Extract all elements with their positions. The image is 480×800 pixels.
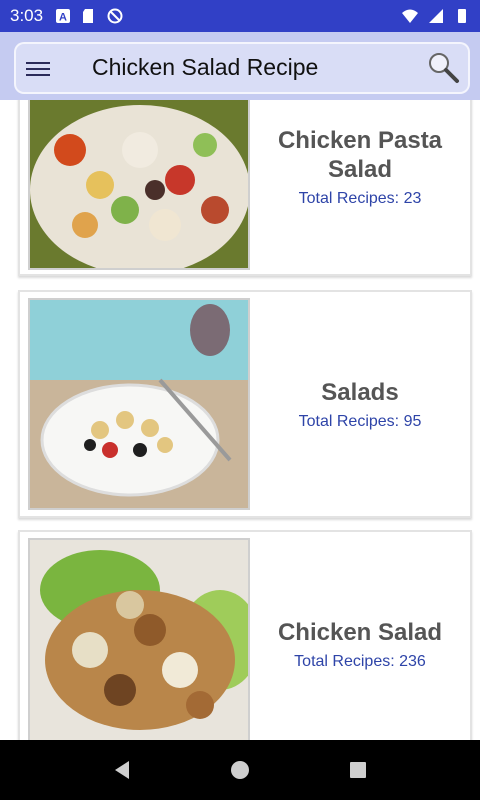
chicken-salad-photo	[28, 538, 250, 740]
page-title: Chicken Salad Recipe	[92, 54, 319, 80]
sd-card-icon	[83, 9, 94, 23]
category-card[interactable]: Chicken Pasta Salad Total Recipes: 23	[18, 100, 472, 276]
category-title: Chicken Salad	[277, 619, 443, 646]
category-title: Salads	[321, 379, 399, 406]
home-icon[interactable]	[229, 759, 251, 781]
category-text: Salads Total Recipes: 95	[260, 378, 460, 431]
category-title: Chicken Pasta Salad	[277, 127, 443, 183]
category-card[interactable]: Salads Total Recipes: 95	[18, 290, 472, 518]
category-list[interactable]: Chicken Pasta Salad Total Recipes: 23 Sa…	[0, 100, 480, 740]
status-bar: 3:03 A	[0, 0, 480, 32]
status-right-icons	[402, 8, 470, 24]
a-letter-icon: A	[56, 9, 71, 24]
category-count: Total Recipes: 23	[298, 190, 422, 207]
category-text: Chicken Salad Total Recipes: 236	[260, 618, 460, 671]
back-icon[interactable]	[111, 759, 133, 781]
wifi-icon	[402, 9, 418, 23]
search-icon[interactable]	[426, 50, 460, 84]
category-count: Total Recipes: 236	[294, 653, 426, 670]
status-left-icons: A	[55, 8, 123, 24]
at-sign-icon	[107, 8, 123, 24]
app-bar-frame: Chicken Salad Recipe	[14, 42, 470, 94]
system-nav-bar	[0, 740, 480, 800]
category-card[interactable]: Chicken Salad Total Recipes: 236	[18, 530, 472, 740]
battery-icon	[458, 9, 466, 23]
app-bar: Chicken Salad Recipe	[0, 32, 480, 100]
hamburger-menu-icon[interactable]	[26, 58, 50, 78]
svg-text:A: A	[59, 12, 67, 24]
status-time: 3:03	[10, 6, 44, 25]
cell-signal-icon	[429, 9, 443, 23]
category-count: Total Recipes: 95	[298, 413, 422, 430]
pasta-salad-photo	[28, 100, 250, 270]
salad-plate-photo	[28, 298, 250, 510]
category-text: Chicken Pasta Salad Total Recipes: 23	[260, 126, 460, 208]
recents-icon[interactable]	[347, 759, 369, 781]
